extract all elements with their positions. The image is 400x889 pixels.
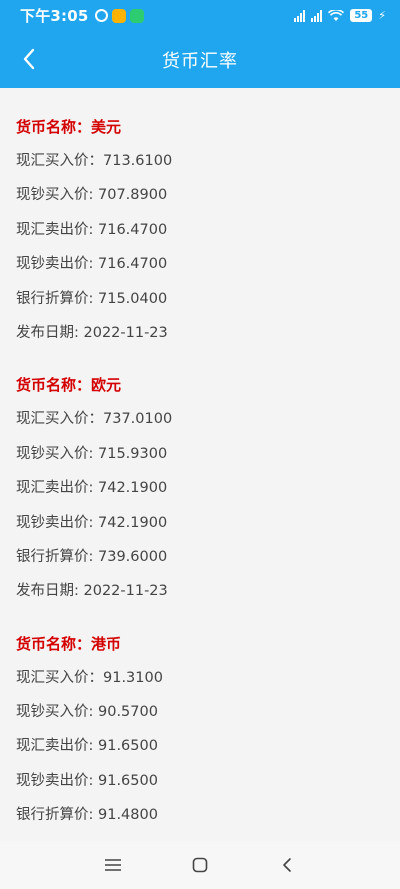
back-button[interactable] — [16, 45, 44, 73]
cash-buy-price: 现钞买入价: 90.5700 — [16, 704, 158, 721]
spot-sell-price: 现汇卖出价: 91.6500 — [16, 738, 158, 755]
page-title: 货币汇率 — [162, 50, 238, 72]
spot-sell-price: 现汇卖出价: 716.4700 — [16, 221, 168, 238]
bank-conversion-price: 银行折算价: 715.0400 — [16, 290, 168, 307]
publish-date: 发布日期: 2022-11-23 — [16, 583, 168, 600]
system-nav-bar — [0, 841, 400, 889]
bank-conversion-price: 银行折算价: 739.6000 — [16, 548, 168, 565]
rate-list[interactable]: 货币名称：美元 现汇买入价：713.6100 现钞买入价: 707.8900 现… — [0, 88, 400, 841]
app-notification-icon-2 — [129, 8, 144, 23]
bank-conversion-price: 银行折算价: 91.4800 — [16, 807, 158, 824]
app-notification-icon — [111, 8, 126, 23]
cash-buy-price: 现钞买入价: 707.8900 — [16, 187, 168, 204]
signal-icon — [294, 9, 306, 22]
currency-card-hkd: 货币名称：港币 现汇买入价：91.3100 现钞买入价: 90.5700 现汇卖… — [0, 627, 400, 833]
status-right-icons: 55 ⚡ — [294, 9, 386, 22]
currency-name: 货币名称：港币 — [16, 634, 122, 653]
spot-buy-price: 现汇买入价：737.0100 — [16, 411, 173, 428]
publish-date: 发布日期: 2022-11-23 — [16, 324, 168, 341]
battery-icon: 55 — [350, 9, 373, 22]
currency-card-eur: 货币名称：欧元 现汇买入价：737.0100 现钞买入价: 715.9300 现… — [0, 368, 400, 608]
alarm-icon — [94, 9, 108, 22]
status-time: 下午3:05 — [20, 7, 89, 25]
cash-sell-price: 现钞卖出价: 716.4700 — [16, 256, 168, 273]
signal-icon-2 — [311, 9, 323, 22]
home-icon — [192, 857, 208, 873]
cash-sell-price: 现钞卖出价: 742.1900 — [16, 514, 168, 531]
status-bar: 下午3:05 55 ⚡ — [0, 0, 400, 31]
app-bar: 货币汇率 — [0, 31, 400, 88]
home-button[interactable] — [180, 845, 220, 885]
menu-icon — [105, 859, 122, 871]
spot-buy-price: 现汇买入价：91.3100 — [16, 669, 163, 686]
charging-icon: ⚡ — [378, 9, 386, 22]
menu-button[interactable] — [93, 845, 133, 885]
chevron-left-icon — [23, 48, 35, 70]
status-notification-icons — [94, 8, 144, 23]
back-arrow-icon — [282, 858, 291, 872]
currency-name: 货币名称：欧元 — [16, 376, 122, 395]
currency-card-usd: 货币名称：美元 现汇买入价：713.6100 现钞买入价: 707.8900 现… — [0, 110, 400, 350]
spot-buy-price: 现汇买入价：713.6100 — [16, 153, 173, 169]
cash-buy-price: 现钞买入价: 715.9300 — [16, 445, 168, 462]
currency-name: 货币名称：美元 — [16, 118, 122, 136]
spot-sell-price: 现汇卖出价: 742.1900 — [16, 480, 168, 497]
cash-sell-price: 现钞卖出价: 91.6500 — [16, 772, 158, 789]
system-back-button[interactable] — [267, 845, 307, 885]
wifi-icon — [328, 9, 345, 21]
